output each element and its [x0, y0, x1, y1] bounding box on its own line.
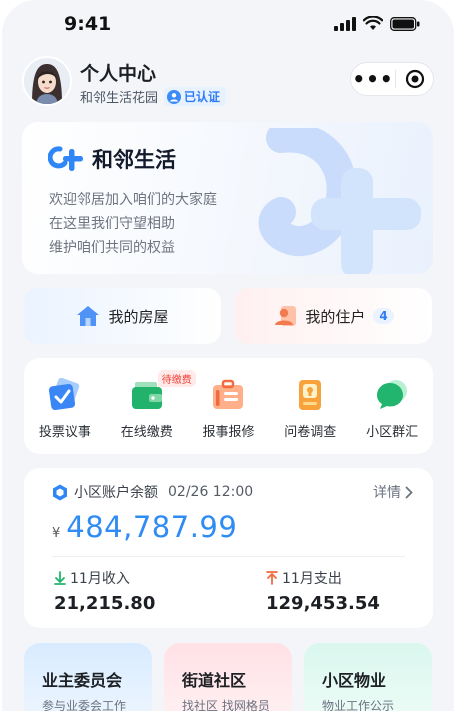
- card-subtitle: 物业工作公示: [322, 699, 395, 711]
- community-name: 和邻生活花园: [80, 91, 159, 106]
- status-time: 9:41: [64, 13, 112, 35]
- account-balance-card[interactable]: 小区账户余额 02/26 12:00 详情 ¥ 484,787.99 11月收入…: [24, 468, 433, 628]
- banner-line: 在这里我们守望相助: [49, 216, 175, 232]
- resident-count-badge: 4: [373, 308, 394, 324]
- more-options-icon[interactable]: •••: [351, 69, 395, 89]
- property-management-card[interactable]: 小区物业 物业工作公示: [304, 643, 432, 711]
- my-house-button[interactable]: 我的房屋: [24, 288, 221, 344]
- status-icons: [334, 16, 420, 31]
- income-value: 21,215.80: [54, 593, 156, 614]
- my-residents-button[interactable]: 我的住户 4: [235, 288, 432, 344]
- divider: [52, 556, 405, 557]
- service-chat[interactable]: 小区群汇: [351, 358, 433, 454]
- account-datetime: 02/26 12:00: [168, 484, 254, 500]
- verified-badge: 已认证: [164, 87, 227, 106]
- service-label: 报事报修: [202, 425, 255, 440]
- page-title: 个人中心: [80, 63, 157, 85]
- miniprogram-capsule: •••: [350, 62, 434, 96]
- card-title: 街道社区: [182, 671, 247, 690]
- service-label: 投票议事: [38, 425, 91, 440]
- expense-label: 11月支出: [282, 571, 342, 587]
- service-label: 在线缴费: [120, 425, 173, 440]
- account-header: 小区账户余额 02/26 12:00: [52, 482, 253, 502]
- service-survey[interactable]: 问卷调查: [269, 358, 351, 454]
- vote-icon: [48, 378, 80, 411]
- survey-icon: [299, 380, 322, 410]
- battery-icon: [390, 16, 420, 31]
- account-detail-link[interactable]: 详情: [373, 482, 413, 502]
- verified-label: 已认证: [184, 90, 221, 104]
- profile-header: 个人中心 和邻生活花园 已认证 •••: [22, 56, 434, 108]
- chat-icon: [377, 380, 408, 409]
- signal-icon: [334, 16, 356, 31]
- resident-icon: [275, 306, 297, 326]
- avatar[interactable]: [22, 56, 72, 106]
- monthly-income: 11月收入 21,215.80: [54, 568, 155, 614]
- welcome-banner: 和邻生活 欢迎邻居加入咱们的大家庭 在这里我们守望相助 维护咱们共同的权益: [22, 122, 433, 274]
- expense-value: 129,453.54: [266, 593, 380, 614]
- banner-line: 维护咱们共同的权益: [49, 240, 175, 256]
- community-info: 和邻生活花园 已认证: [80, 87, 227, 106]
- status-bar: 9:41: [2, 0, 454, 50]
- my-residents-label: 我的住户: [305, 307, 366, 326]
- logo-icon: [48, 146, 83, 171]
- brand-watermark-icon: [258, 128, 421, 274]
- service-repair[interactable]: 报事报修: [188, 358, 270, 454]
- close-miniprogram-icon[interactable]: [396, 69, 433, 89]
- service-label: 问卷调查: [284, 425, 337, 440]
- arrow-down-icon: [54, 571, 66, 585]
- chevron-right-icon: [405, 486, 413, 498]
- my-house-label: 我的房屋: [108, 307, 169, 326]
- currency-symbol: ¥: [52, 526, 61, 541]
- balance-amount: 484,787.99: [66, 510, 238, 544]
- brand-logo: 和邻生活: [48, 144, 176, 174]
- service-vote[interactable]: 投票议事: [24, 358, 106, 454]
- service-payment[interactable]: 待缴费 在线缴费: [106, 358, 196, 454]
- banner-text: 欢迎邻居加入咱们的大家庭 在这里我们守望相助 维护咱们共同的权益: [49, 188, 217, 260]
- card-subtitle: 找社区 找网格员: [182, 699, 270, 711]
- toolbox-icon: [213, 379, 244, 409]
- wifi-icon: [363, 16, 383, 30]
- arrow-up-icon: [266, 571, 278, 585]
- monthly-expense: 11月支出 129,453.54: [266, 568, 380, 614]
- income-label: 11月收入: [70, 571, 130, 587]
- house-icon: [77, 306, 100, 326]
- account-balance: ¥ 484,787.99: [52, 510, 237, 544]
- card-title: 小区物业: [322, 671, 387, 690]
- account-title: 小区账户余额: [74, 485, 158, 501]
- brand-name: 和邻生活: [92, 148, 176, 172]
- detail-label: 详情: [373, 485, 401, 501]
- user-verified-icon: [167, 89, 182, 104]
- app-screen: 9:41 个人中心 和邻生活花园 已认证 ••• 和邻生活 欢迎邻居加入咱们的大…: [2, 0, 454, 711]
- hexagon-icon: [53, 484, 67, 500]
- street-community-card[interactable]: 街道社区 找社区 找网格员: [164, 643, 292, 711]
- owners-committee-card[interactable]: 业主委员会 参与业委会工作: [24, 643, 152, 711]
- service-grid: 投票议事 待缴费 在线缴费 报事报修 问卷调查 小区群汇: [24, 358, 433, 454]
- card-subtitle: 参与业委会工作: [42, 699, 127, 711]
- card-title: 业主委员会: [42, 671, 123, 690]
- service-label: 小区群汇: [366, 425, 419, 440]
- banner-line: 欢迎邻居加入咱们的大家庭: [49, 192, 217, 208]
